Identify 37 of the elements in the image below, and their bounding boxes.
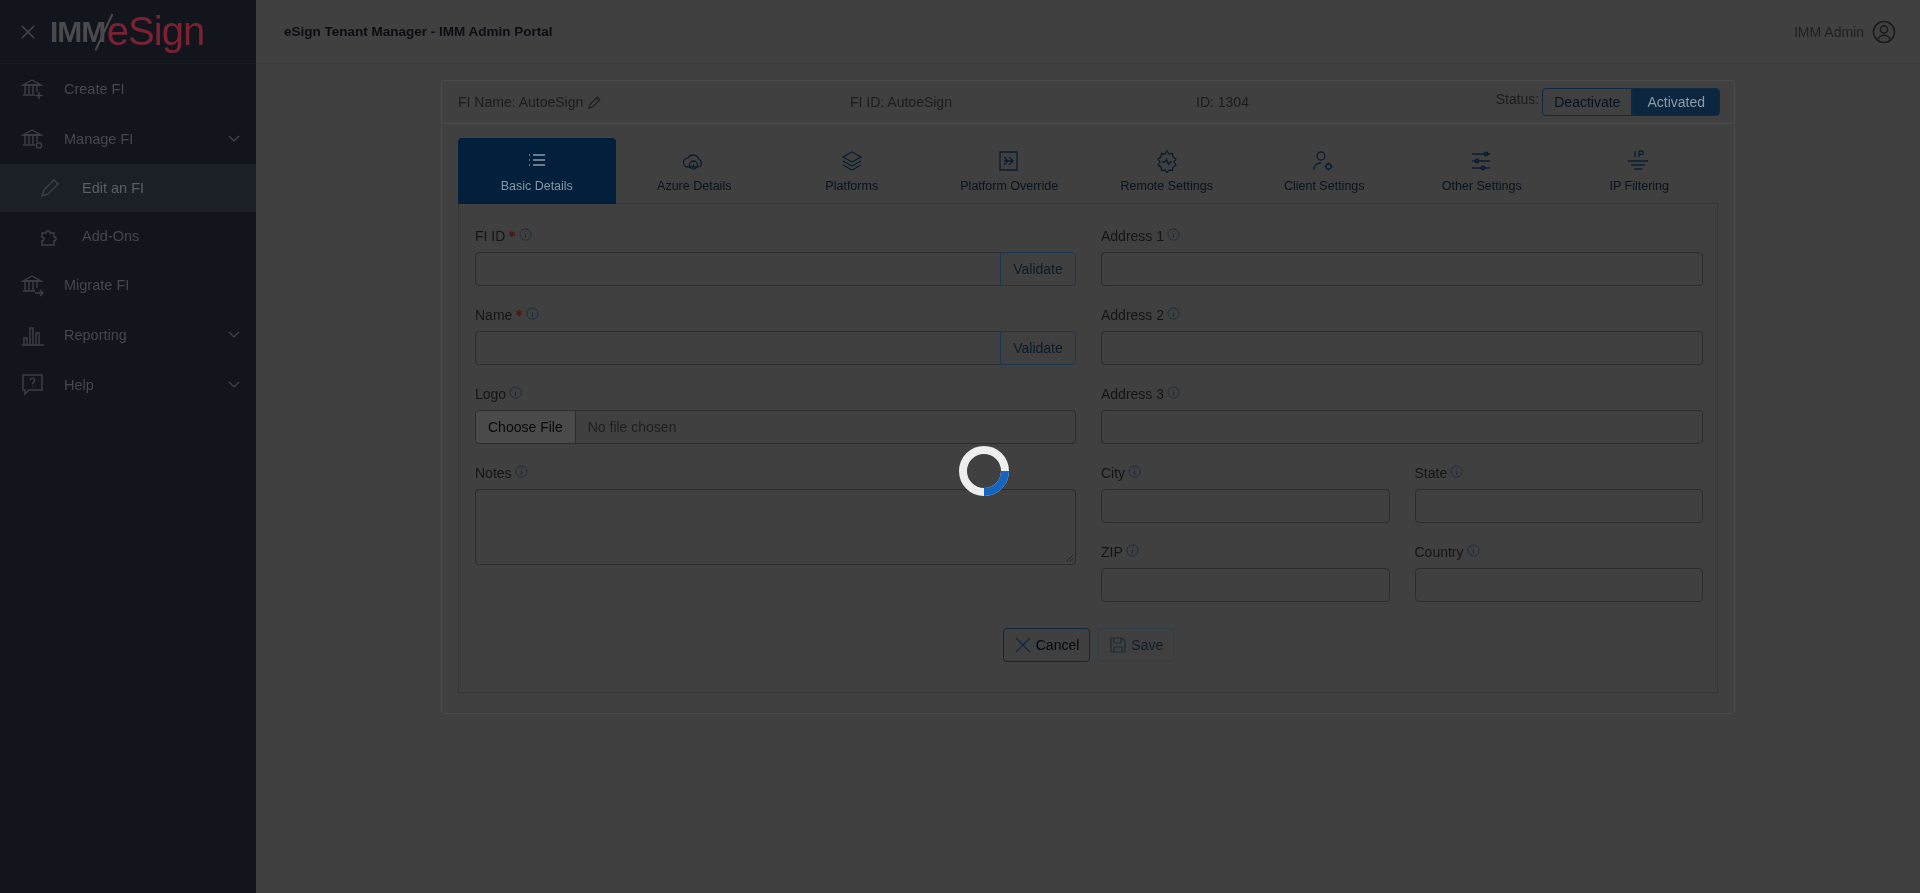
close-icon[interactable] <box>20 23 36 40</box>
bank-plus-icon <box>20 76 46 102</box>
user-icon[interactable] <box>1872 19 1896 44</box>
input-field[interactable] <box>475 252 1001 286</box>
info-icon[interactable] <box>1167 227 1181 241</box>
status-toggle[interactable]: Deactivate <box>1542 88 1633 116</box>
info-icon[interactable] <box>1167 306 1181 320</box>
resize-grip-icon <box>1065 554 1073 562</box>
choose-file-button[interactable]: Choose File <box>476 411 576 443</box>
info-icon[interactable] <box>509 385 523 399</box>
tab[interactable]: Basic Details <box>458 138 616 204</box>
status-toggle[interactable]: Activated <box>1632 88 1720 116</box>
notes-field[interactable] <box>475 489 1076 565</box>
info-icon[interactable] <box>1125 543 1139 557</box>
tab[interactable]: Platforms <box>773 138 931 204</box>
tab[interactable]: IP Filtering <box>1560 138 1718 204</box>
tab[interactable]: Client Settings <box>1245 138 1403 204</box>
bank-arrow-icon <box>20 272 46 298</box>
info-icon[interactable] <box>1167 385 1181 399</box>
info-icon[interactable] <box>519 227 533 241</box>
pencil-icon[interactable] <box>587 94 603 110</box>
info-icon[interactable] <box>1128 464 1142 478</box>
info-icon[interactable] <box>526 306 540 320</box>
tab[interactable]: Remote Settings <box>1088 138 1246 204</box>
info-icon[interactable] <box>514 464 528 478</box>
info-icon[interactable] <box>1450 464 1464 478</box>
close-icon <box>1013 636 1032 654</box>
tab[interactable]: Azure Details <box>615 138 773 204</box>
tab[interactable]: Platform Override <box>930 138 1088 204</box>
logo: IMMeSign <box>50 9 205 54</box>
help-bubble-icon <box>20 372 46 398</box>
action-button[interactable]: Cancel <box>1002 628 1091 662</box>
nav-item[interactable]: Edit an FI <box>0 164 256 212</box>
bank-gear-icon <box>20 126 46 152</box>
input-field[interactable] <box>475 331 1001 365</box>
info-icon[interactable] <box>1466 543 1480 557</box>
tab[interactable]: Other Settings <box>1403 138 1561 204</box>
